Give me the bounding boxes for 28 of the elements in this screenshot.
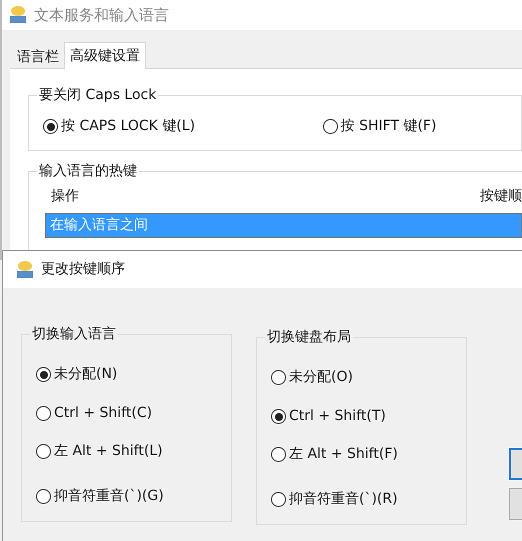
column-header[interactable]: 按键顺 xyxy=(480,186,522,207)
radio-label[interactable]: 未分配(O) xyxy=(289,367,353,388)
radio-label[interactable]: 抑音符重音(`)(G) xyxy=(54,486,164,507)
window-title: 文本服务和输入语言 xyxy=(34,4,169,26)
radio-button[interactable] xyxy=(271,409,286,424)
tab[interactable]: 语言栏 xyxy=(12,45,64,68)
radio-label[interactable]: 抑音符重音(`)(R) xyxy=(289,489,398,510)
tab[interactable]: 高级键设置 xyxy=(64,42,146,69)
radio-label[interactable]: 按 SHIFT 键(F) xyxy=(340,116,436,137)
radio-button[interactable] xyxy=(36,489,51,504)
radio-label[interactable]: Ctrl + Shift(C) xyxy=(54,403,152,424)
app-icon xyxy=(8,5,28,25)
radio-label[interactable]: 左 Alt + Shift(F) xyxy=(289,444,398,465)
radio-label[interactable]: 未分配(N) xyxy=(54,364,118,385)
radio-button[interactable] xyxy=(271,447,286,462)
app-icon xyxy=(15,260,35,280)
column-header[interactable]: 操作 xyxy=(51,186,79,207)
radio-button[interactable] xyxy=(36,406,51,421)
radio-button[interactable] xyxy=(36,367,51,382)
radio-button[interactable] xyxy=(271,370,286,385)
radio-label[interactable]: 左 Alt + Shift(L) xyxy=(54,441,163,462)
radio-button[interactable] xyxy=(271,492,286,507)
radio-label[interactable]: 按 CAPS LOCK 键(L) xyxy=(61,116,196,137)
dialog-title: 更改按键顺序 xyxy=(41,260,125,279)
radio-button[interactable] xyxy=(43,119,58,134)
radio-label[interactable]: Ctrl + Shift(T) xyxy=(289,406,386,427)
radio-button[interactable] xyxy=(322,119,338,134)
radio-button[interactable] xyxy=(36,444,51,459)
